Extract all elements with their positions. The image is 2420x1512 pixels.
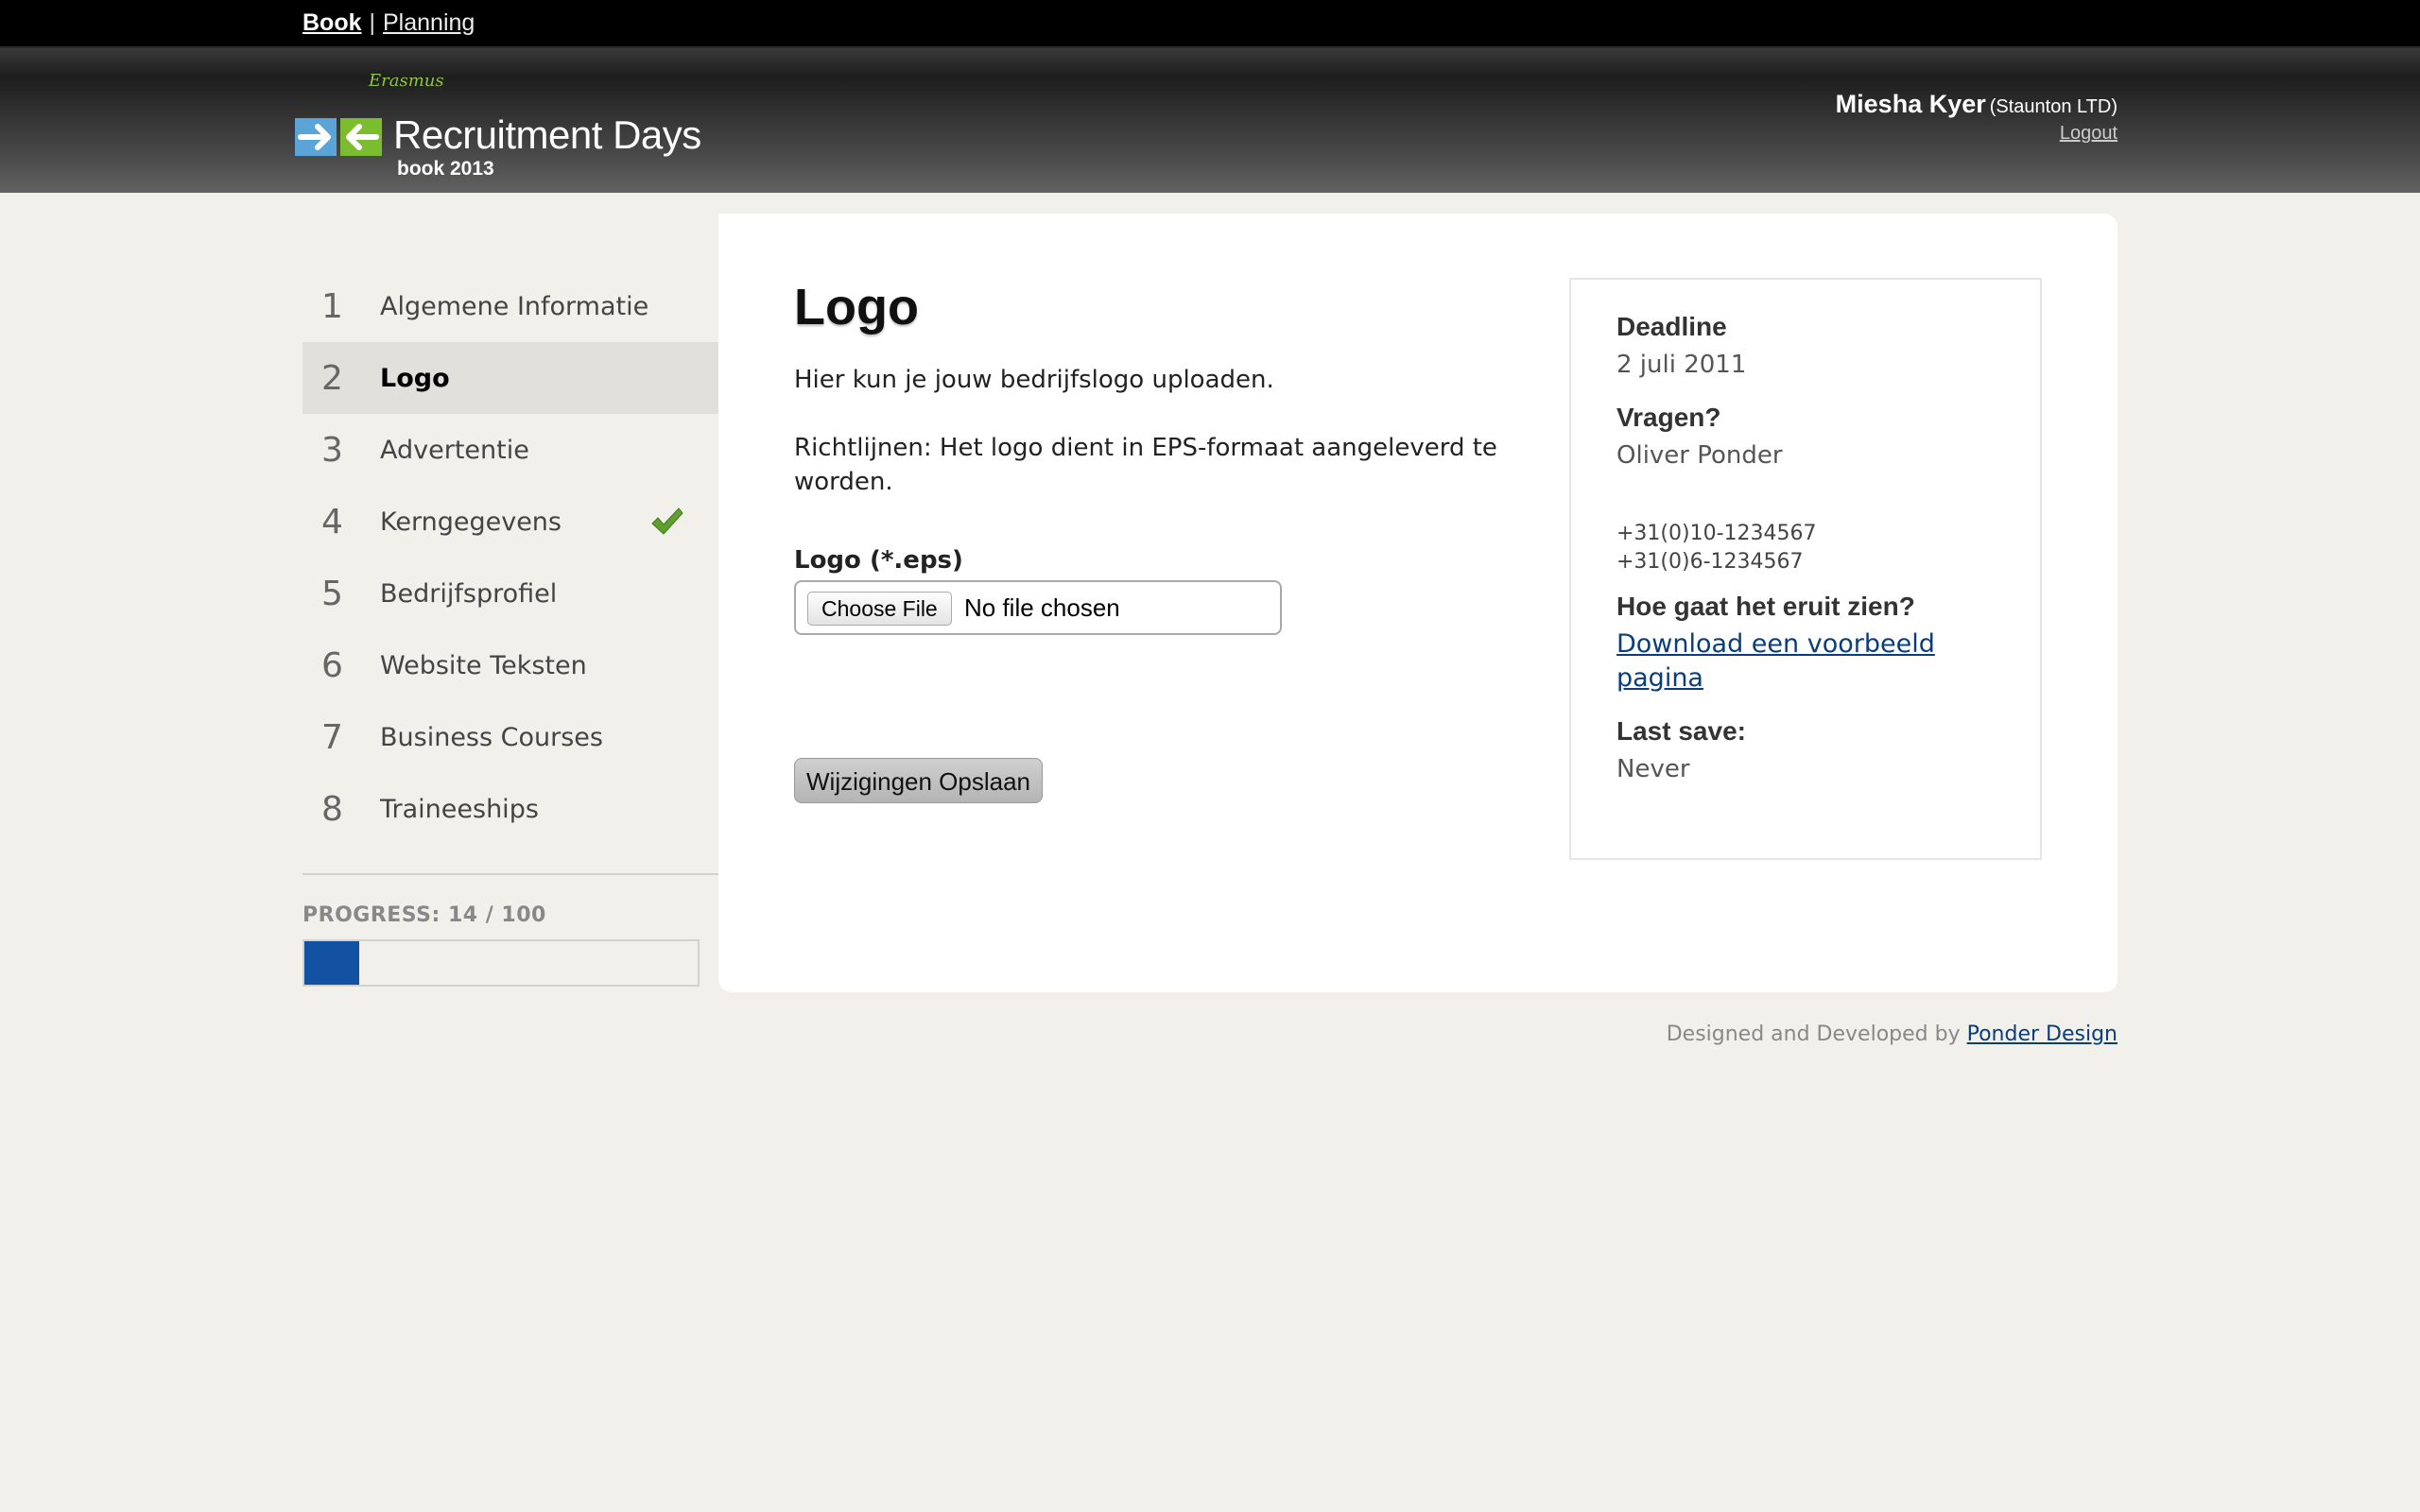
save-changes-button[interactable]: Wijzigingen Opslaan bbox=[794, 758, 1044, 803]
logo-title: Recruitment Days bbox=[393, 112, 701, 157]
step-label: Algemene Informatie bbox=[380, 291, 649, 321]
checkmark-icon bbox=[650, 507, 684, 541]
step-number: 2 bbox=[321, 358, 343, 398]
ponder-design-link[interactable]: Ponder Design bbox=[1967, 1022, 2118, 1046]
choose-file-button[interactable]: Choose File bbox=[807, 592, 952, 626]
progress-label: PROGRESS: 14 / 100 bbox=[302, 903, 546, 927]
step-number: 6 bbox=[321, 645, 343, 685]
logo-file-input[interactable]: Choose File No file chosen bbox=[794, 580, 1282, 635]
questions-heading: Vragen? bbox=[1616, 403, 1721, 432]
step-number: 8 bbox=[321, 789, 343, 829]
step-label: Traineeships bbox=[380, 794, 539, 824]
arrow-right-icon bbox=[295, 118, 337, 156]
header: Erasmus Recruitment Days book 2013 Miesh… bbox=[0, 48, 2420, 193]
arrow-left-icon bbox=[340, 118, 382, 156]
user-company: (Staunton LTD) bbox=[1989, 96, 2118, 117]
step-bedrijfsprofiel[interactable]: 5 Bedrijfsprofiel bbox=[302, 558, 718, 629]
logo-script-text: Erasmus bbox=[369, 71, 444, 91]
nav-link-book[interactable]: Book bbox=[302, 9, 362, 36]
step-number: 1 bbox=[321, 286, 343, 326]
contact-phone-2: +31(0)6-1234567 bbox=[1616, 550, 1804, 574]
step-traineeships[interactable]: 8 Traineeships bbox=[302, 773, 718, 845]
steps-sidebar: 1 Algemene Informatie 2 Logo 3 Advertent… bbox=[302, 270, 718, 845]
step-advertentie[interactable]: 3 Advertentie bbox=[302, 414, 718, 486]
step-website-teksten[interactable]: 6 Website Teksten bbox=[302, 629, 718, 701]
last-save-heading: Last save: bbox=[1616, 716, 1746, 746]
step-label: Website Teksten bbox=[380, 650, 587, 680]
deadline-value: 2 juli 2011 bbox=[1616, 351, 1747, 379]
step-label: Kerngegevens bbox=[380, 507, 562, 537]
logo-field-label: Logo (*.eps) bbox=[794, 546, 963, 575]
step-algemene-informatie[interactable]: 1 Algemene Informatie bbox=[302, 270, 718, 342]
nav-separator: | bbox=[369, 9, 376, 36]
recruitment-days-logo[interactable]: Erasmus Recruitment Days book 2013 bbox=[295, 71, 701, 180]
top-bar: Book | Planning bbox=[0, 0, 2420, 48]
top-nav: Book | Planning bbox=[302, 9, 475, 37]
file-status-text: No file chosen bbox=[964, 593, 1120, 622]
download-example-link[interactable]: Download een voorbeeld pagina bbox=[1616, 629, 1935, 693]
step-kerngegevens[interactable]: 4 Kerngegevens bbox=[302, 486, 718, 558]
step-label: Logo bbox=[380, 363, 450, 393]
step-number: 3 bbox=[321, 430, 343, 470]
sidebar-divider bbox=[302, 873, 718, 875]
logo-subtitle: book 2013 bbox=[397, 158, 494, 180]
preview-heading: Hoe gaat het eruit zien? bbox=[1616, 592, 1915, 621]
step-label: Business Courses bbox=[380, 722, 603, 752]
step-logo[interactable]: 2 Logo bbox=[302, 342, 718, 414]
contact-phone-1: +31(0)10-1234567 bbox=[1616, 522, 1817, 545]
step-number: 7 bbox=[321, 717, 343, 757]
step-number: 5 bbox=[321, 574, 343, 613]
deadline-heading: Deadline bbox=[1616, 312, 1727, 341]
footer-text: Designed and Developed by bbox=[1666, 1022, 1961, 1046]
intro-text: Hier kun je jouw bedrijfslogo uploaden. bbox=[794, 366, 1274, 394]
info-box: Deadline 2 juli 2011 Vragen? Oliver Pond… bbox=[1569, 278, 2042, 860]
step-label: Bedrijfsprofiel bbox=[380, 578, 558, 609]
last-save-value: Never bbox=[1616, 755, 1690, 783]
step-business-courses[interactable]: 7 Business Courses bbox=[302, 701, 718, 773]
page-title: Logo bbox=[794, 279, 919, 335]
footer: Designed and Developed by Ponder Design bbox=[1667, 1022, 2118, 1046]
nav-link-planning[interactable]: Planning bbox=[383, 9, 475, 36]
step-label: Advertentie bbox=[380, 435, 529, 465]
progress-bar bbox=[302, 939, 700, 987]
main-card: Logo Hier kun je jouw bedrijfslogo uploa… bbox=[718, 214, 2118, 992]
logout-link[interactable]: Logout bbox=[1836, 123, 2118, 145]
progress-bar-fill bbox=[304, 941, 360, 985]
contact-name: Oliver Ponder bbox=[1616, 441, 1783, 470]
user-name: Miesha Kyer bbox=[1835, 90, 1986, 118]
user-info: Miesha Kyer (Staunton LTD) Logout bbox=[1836, 90, 2118, 145]
guidelines-text: Richtlijnen: Het logo dient in EPS-forma… bbox=[794, 434, 1497, 496]
step-number: 4 bbox=[321, 502, 343, 541]
